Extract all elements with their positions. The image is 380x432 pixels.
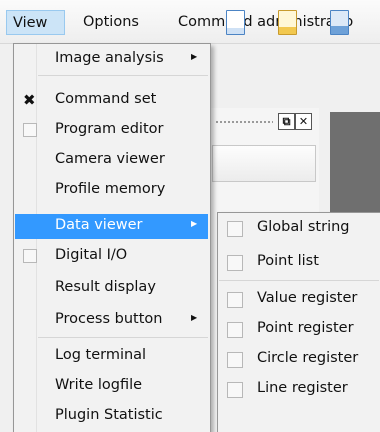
menu-bar: View Options Command administratio (0, 0, 380, 44)
menu-item-label: Log terminal (55, 347, 147, 363)
menu-item-write-logfile[interactable]: Write logfile (15, 374, 208, 399)
menu-item-label: Profile memory (55, 181, 166, 197)
panel-tab[interactable] (212, 145, 316, 182)
submenu-item-line-register[interactable]: Line register (219, 374, 380, 405)
submenu-item-circle-register[interactable]: Circle register (219, 344, 380, 375)
menu-item-label: Write logfile (55, 377, 143, 393)
new-document-icon[interactable] (223, 9, 247, 37)
submenu-item-point-register[interactable]: Point register (219, 314, 380, 345)
menu-item-digital-io[interactable]: Digital I/O (15, 244, 208, 269)
open-folder-icon[interactable] (275, 9, 299, 37)
submenu-arrow-icon: ▶ (191, 52, 198, 61)
checkbox-icon (227, 322, 243, 338)
menu-item-program-editor[interactable]: Program editor (15, 118, 208, 143)
checkbox-icon (227, 382, 243, 398)
submenu-arrow-icon: ▶ (191, 313, 198, 322)
menu-item-label: Process button (55, 311, 163, 327)
checkbox-icon (227, 352, 243, 368)
submenu-item-label: Global string (257, 219, 350, 235)
submenu-item-global-string[interactable]: Global string (219, 213, 380, 244)
checkbox-icon (227, 255, 243, 271)
menu-item-profile-memory[interactable]: Profile memory (15, 178, 208, 203)
menu-item-label: Command set (55, 91, 157, 107)
menu-item-camera-viewer[interactable]: Camera viewer (15, 148, 208, 173)
menu-view[interactable]: View (6, 10, 65, 35)
menu-item-label: Camera viewer (55, 151, 165, 167)
menu-separator (38, 75, 208, 76)
view-menu: Image analysis ▶ ✖ Command set Program e… (13, 43, 211, 432)
menu-separator (219, 280, 379, 281)
submenu-item-label: Point register (257, 320, 354, 336)
checkbox-icon (227, 292, 243, 308)
checkbox-icon (23, 249, 37, 263)
close-panel-icon[interactable]: ✕ (295, 113, 312, 130)
float-panel-icon[interactable]: ⧉ (278, 113, 295, 130)
menu-item-process-button[interactable]: Process button ▶ (15, 308, 208, 333)
menu-item-result-display[interactable]: Result display (15, 276, 208, 301)
menu-item-label: Plugin Statistic (55, 407, 163, 423)
submenu-item-point-list[interactable]: Point list (219, 247, 380, 278)
submenu-item-value-register[interactable]: Value register (219, 284, 380, 315)
menu-item-label: Data viewer (55, 217, 143, 233)
submenu-item-label: Point list (257, 253, 319, 269)
menu-item-image-analysis[interactable]: Image analysis ▶ (15, 47, 208, 72)
submenu-item-label: Value register (257, 290, 358, 306)
menu-item-label: Program editor (55, 121, 164, 137)
submenu-item-label: Circle register (257, 350, 359, 366)
save-icon[interactable] (327, 9, 351, 37)
check-mark-icon: ✖ (23, 91, 36, 109)
menu-item-command-set[interactable]: ✖ Command set (15, 88, 208, 113)
data-viewer-submenu: Global string Point list Value register … (217, 212, 380, 432)
menu-options[interactable]: Options (77, 10, 145, 35)
checkbox-icon (23, 123, 37, 137)
menu-item-plugin-statistic[interactable]: Plugin Statistic (15, 404, 208, 429)
submenu-arrow-icon: ▶ (191, 219, 198, 228)
menu-item-data-viewer[interactable]: Data viewer ▶ (15, 214, 208, 239)
menu-item-log-terminal[interactable]: Log terminal (15, 344, 208, 369)
menu-item-label: Image analysis (55, 50, 164, 66)
menu-separator (38, 337, 208, 338)
panel-grip-handle[interactable] (215, 120, 273, 124)
menu-item-label: Result display (55, 279, 156, 295)
submenu-item-label: Line register (257, 380, 348, 396)
menu-item-label: Digital I/O (55, 247, 128, 263)
checkbox-icon (227, 221, 243, 237)
